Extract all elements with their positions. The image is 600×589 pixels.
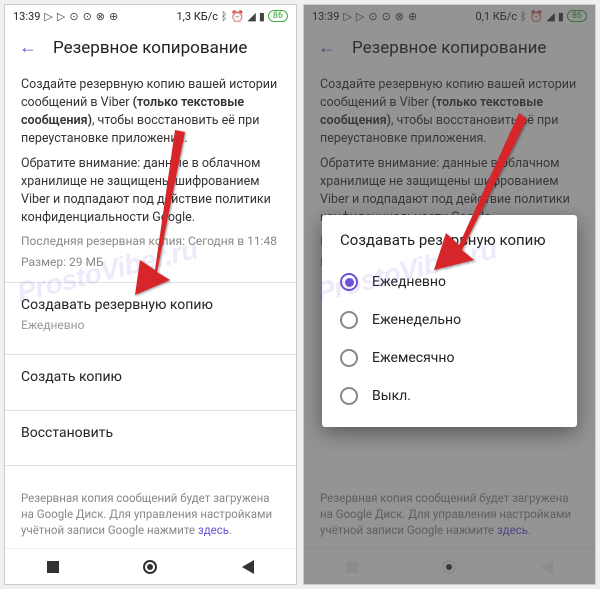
app-icon: ⊙ [83,10,92,23]
page-title: Резервное копирование [53,38,247,58]
radio-icon [340,387,358,405]
radio-icon [340,311,358,329]
radio-option-off[interactable]: Выкл. [340,377,559,415]
phone-left: 13:39 ▷ ▷ ⊙ ⊙ ⊗ ⊕ 1,3 КБ/с ᛒ ⏰ ◢ ▮ 86 ← … [4,4,297,585]
row-create-now[interactable]: Создать копию [21,355,280,399]
radio-label: Выкл. [372,388,411,404]
app-icon: ▷ [57,10,65,23]
row-title: Восстановить [21,423,280,443]
app-header: ← Резервное копирование [5,27,296,70]
signal-icon: ▮ [259,10,265,23]
footer-link[interactable]: здесь [198,523,229,537]
radio-option-weekly[interactable]: Еженедельно [340,301,559,339]
row-title: Создать копию [21,367,280,387]
app-icon: ⊕ [109,10,118,23]
nav-recent-icon[interactable] [47,561,59,573]
description-1: Создайте резервную копию вашей истории с… [21,76,280,149]
app-icon: ⊙ [69,10,78,23]
phone-right: 13:39 ▷ ▷ ⊙ ⊙ ⊗ ⊕ 0,1 КБ/с ᛒ ⏰ ◢ ▮ 86 ← … [303,4,596,585]
nav-bar [5,548,296,584]
description-2: Обратите внимание: данные в облачном хра… [21,155,280,228]
radio-label: Еженедельно [372,312,461,328]
status-bar: 13:39 ▷ ▷ ⊙ ⊙ ⊗ ⊕ 1,3 КБ/с ᛒ ⏰ ◢ ▮ 86 [5,5,296,27]
alarm-icon: ⏰ [231,10,245,23]
status-time: 13:39 [13,10,40,23]
back-icon[interactable]: ← [19,37,37,58]
row-sub: Ежедневно [21,317,280,334]
bluetooth-icon: ᛒ [221,10,228,23]
nav-home-icon[interactable] [143,560,157,574]
wifi-icon: ◢ [247,10,255,23]
row-restore[interactable]: Восстановить [21,411,280,455]
battery-badge: 86 [268,10,288,22]
radio-icon [340,349,358,367]
status-netspeed: 1,3 КБ/с [176,10,218,23]
app-icon: ▷ [44,10,52,23]
footer-note: Резервная копия сообщений будет загружен… [5,480,296,548]
app-icon: ⊗ [96,10,105,23]
radio-label: Ежемесячно [372,350,454,366]
nav-back-icon[interactable] [242,560,254,574]
radio-option-monthly[interactable]: Ежемесячно [340,339,559,377]
